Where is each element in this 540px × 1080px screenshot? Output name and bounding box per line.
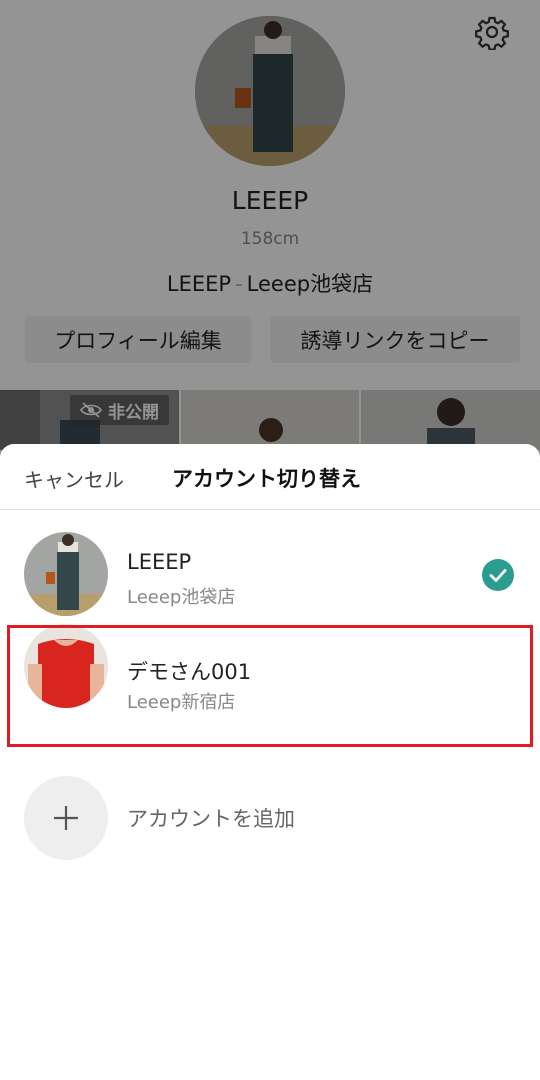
sheet-header: キャンセル アカウント切り替え: [0, 444, 540, 510]
sheet-title: アカウント切り替え: [172, 467, 361, 491]
cancel-button[interactable]: キャンセル: [24, 464, 124, 493]
account-avatar: [24, 532, 108, 616]
add-account-circle: [24, 776, 108, 860]
account-switch-sheet: キャンセル アカウント切り替え LEEEP Leeep池袋店 デモさん001 L…: [0, 444, 540, 1080]
add-account-button[interactable]: アカウントを追加: [0, 774, 540, 864]
account-item[interactable]: LEEEP Leeep池袋店: [0, 510, 540, 618]
check-icon: [482, 559, 514, 591]
account-store: Leeep池袋店: [127, 587, 236, 608]
highlight-box: [7, 625, 533, 747]
account-name: LEEEP: [127, 550, 192, 574]
plus-icon: [54, 806, 78, 830]
add-account-label: アカウントを追加: [127, 807, 295, 831]
